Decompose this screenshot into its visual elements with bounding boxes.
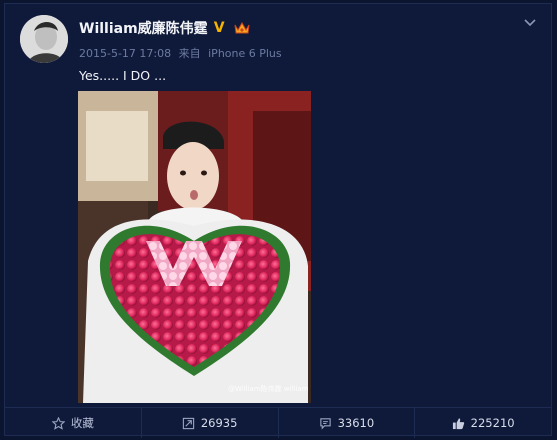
weibo-post-card: William威廉陈伟霆 V 2015-5-17 17:08 来自 iPhone… xyxy=(4,3,552,438)
star-icon xyxy=(51,416,65,430)
timestamp[interactable]: 2015-5-17 17:08 xyxy=(79,47,171,60)
post-text: Yes..... I DO ... xyxy=(79,68,167,83)
source-prefix: 来自 xyxy=(178,47,201,60)
post-meta: 2015-5-17 17:08 来自 iPhone 6 Plus xyxy=(79,45,286,61)
favorite-label: 收藏 xyxy=(70,416,94,430)
comment-count: 33610 xyxy=(337,416,375,430)
like-count: 225210 xyxy=(470,416,515,430)
crown-icon xyxy=(234,21,250,34)
chevron-down-icon[interactable] xyxy=(523,16,537,30)
comment-icon xyxy=(319,417,331,429)
repost-button[interactable]: 26935 xyxy=(142,408,279,438)
repost-icon xyxy=(182,417,194,429)
source: iPhone 6 Plus xyxy=(208,47,282,60)
image-watermark: @William陈伟霆 william chan xyxy=(228,384,311,393)
post-image[interactable]: @William陈伟霆 william chan xyxy=(78,91,311,403)
like-button[interactable]: 225210 xyxy=(415,408,551,438)
author-line: William威廉陈伟霆 V xyxy=(79,18,250,38)
thumbs-up-icon xyxy=(452,417,464,429)
favorite-button[interactable]: 收藏 xyxy=(5,408,142,438)
avatar[interactable] xyxy=(20,15,68,63)
repost-count: 26935 xyxy=(200,416,238,430)
action-bar: 收藏 26935 33610 225210 xyxy=(5,407,551,438)
author-name[interactable]: William威廉陈伟霆 xyxy=(79,18,208,38)
verified-v-icon: V xyxy=(213,20,225,36)
comment-button[interactable]: 33610 xyxy=(279,408,416,438)
